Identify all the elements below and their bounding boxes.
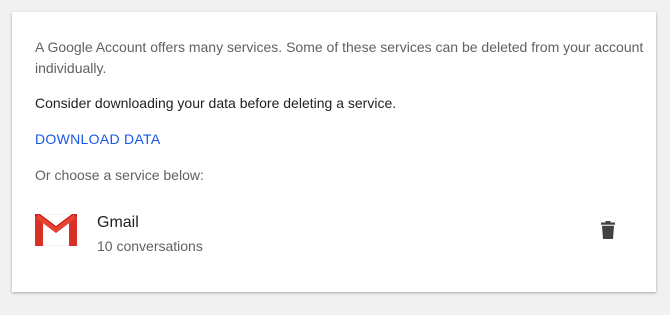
service-detail: 10 conversations xyxy=(97,238,203,254)
delete-service-button[interactable] xyxy=(594,216,622,244)
download-suggestion-text: Consider downloading your data before de… xyxy=(35,95,397,111)
intro-text: A Google Account offers many services. S… xyxy=(35,39,644,76)
download-data-link[interactable]: DOWNLOAD DATA xyxy=(35,129,161,149)
choose-service-text: Or choose a service below: xyxy=(35,167,204,183)
trash-icon xyxy=(601,221,615,239)
service-name: Gmail xyxy=(97,214,139,231)
delete-services-card: A Google Account offers many services. S… xyxy=(12,12,656,292)
service-row-gmail: Gmail 10 conversations xyxy=(12,202,656,266)
gmail-icon xyxy=(34,213,78,247)
